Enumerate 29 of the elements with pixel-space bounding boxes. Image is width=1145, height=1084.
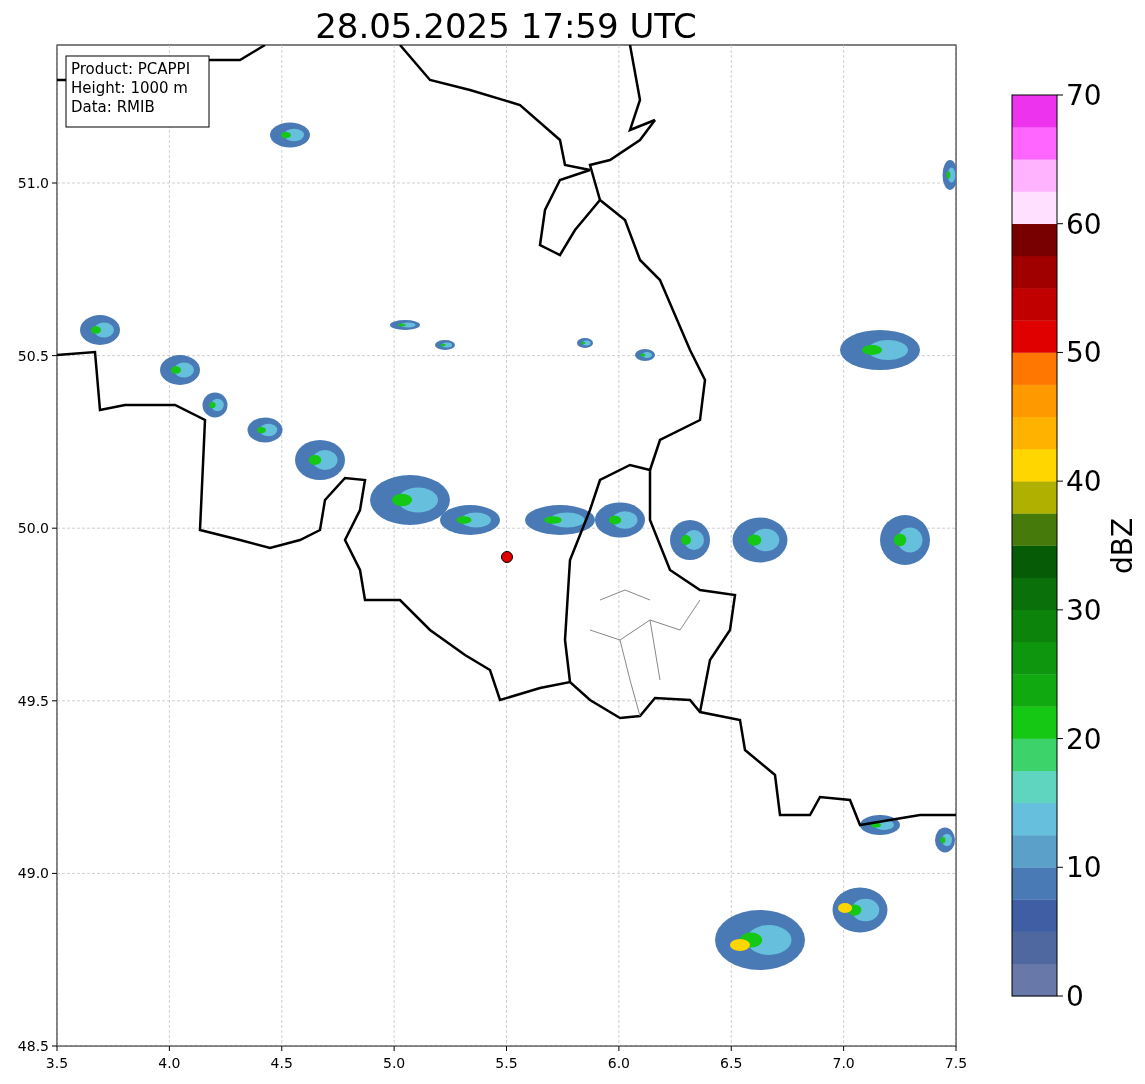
colorbar-tick-label: 60	[1066, 207, 1102, 241]
colorbar-tick-label: 70	[1066, 79, 1102, 112]
axis-tick-label: 49.0	[17, 865, 49, 882]
colorbar-tick-label: 10	[1066, 851, 1102, 885]
axis-tick-label: 50.0	[17, 520, 49, 537]
info-text: Height: 1000 m	[71, 79, 188, 97]
axis-tick-label: 48.5	[17, 1038, 49, 1054]
axis-tick-label: 6.5	[720, 1055, 743, 1071]
station-marker-icon	[501, 551, 513, 563]
axis-tick-label: 49.5	[17, 692, 49, 709]
colorbar-tick-label: 20	[1066, 722, 1102, 756]
axis-tick-label: 5.0	[383, 1055, 406, 1071]
axis-tick-label: 6.0	[607, 1055, 630, 1071]
info-text: Product: PCAPPI	[71, 60, 191, 78]
axis-tick-label: 51.0	[17, 175, 49, 191]
colorbar-tick-label: 40	[1066, 465, 1102, 499]
colorbar-tick-label: 30	[1066, 593, 1102, 627]
axis-tick-label: 4.5	[270, 1055, 293, 1071]
colorbar-label: dBZ	[1106, 517, 1139, 575]
colorbar-tick-label: 50	[1066, 336, 1102, 370]
axis-tick-label: 5.5	[495, 1055, 518, 1071]
chart-title: 28.05.2025 17:59 UTC	[315, 6, 697, 46]
axis-tick-label: 4.0	[158, 1055, 181, 1071]
colorbar-tick-label: 0	[1066, 980, 1084, 1013]
axis-tick-label: 3.5	[45, 1055, 69, 1071]
axis-tick-label: 50.5	[17, 347, 49, 364]
axis-tick-label: 7.0	[832, 1055, 855, 1071]
info-text: Data: RMIB	[71, 98, 155, 116]
axis-tick-label: 7.5	[944, 1055, 968, 1071]
